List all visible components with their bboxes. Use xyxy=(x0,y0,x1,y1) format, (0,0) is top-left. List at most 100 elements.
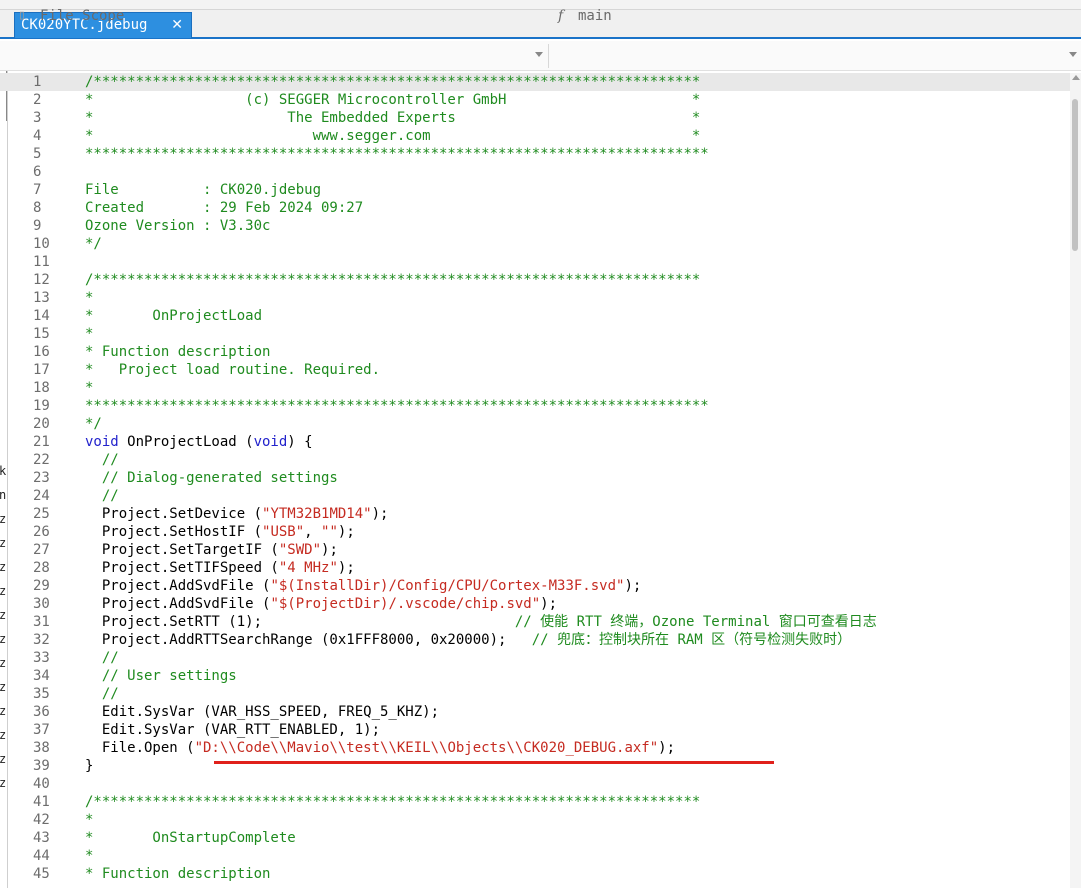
line-number[interactable]: 5 xyxy=(33,145,73,163)
line-number[interactable]: 11 xyxy=(33,253,73,271)
line-number[interactable]: 26 xyxy=(33,523,73,541)
line-number[interactable]: 31 xyxy=(33,613,73,631)
line-number[interactable]: 34 xyxy=(33,667,73,685)
line-number[interactable]: 6 xyxy=(33,163,73,181)
line-number[interactable]: 20 xyxy=(33,415,73,433)
code-line[interactable]: 23 // Dialog-generated settings xyxy=(0,469,1070,487)
code-line[interactable]: 12 /*************************************… xyxy=(0,271,1070,289)
code-line[interactable]: 4 * www.segger.com * xyxy=(0,127,1070,145)
line-number[interactable]: 27 xyxy=(33,541,73,559)
code-line[interactable]: 35 // xyxy=(0,685,1070,703)
line-number[interactable]: 22 xyxy=(33,451,73,469)
line-number[interactable]: 19 xyxy=(33,397,73,415)
code-line[interactable]: 22 // xyxy=(0,451,1070,469)
code-line[interactable]: 9 Ozone Version : V3.30c xyxy=(0,217,1070,235)
function-combo[interactable]: main xyxy=(578,5,612,27)
line-number[interactable]: 2 xyxy=(33,91,73,109)
line-number[interactable]: 32 xyxy=(33,631,73,649)
line-number[interactable]: 30 xyxy=(33,595,73,613)
line-number[interactable]: 42 xyxy=(33,811,73,829)
code-line[interactable]: 39} xyxy=(0,757,1070,775)
code-line[interactable]: 40 xyxy=(0,775,1070,793)
code-line[interactable]: 8 Created : 29 Feb 2024 09:27 xyxy=(0,199,1070,217)
line-number[interactable]: 15 xyxy=(33,325,73,343)
line-number[interactable]: 41 xyxy=(33,793,73,811)
line-number[interactable]: 10 xyxy=(33,235,73,253)
line-number[interactable]: 4 xyxy=(33,127,73,145)
code-line[interactable]: 37 Edit.SysVar (VAR_RTT_ENABLED, 1); xyxy=(0,721,1070,739)
file-scope-combo[interactable]: File Scope xyxy=(40,5,124,27)
line-number[interactable]: 18 xyxy=(33,379,73,397)
code-line[interactable]: 6 xyxy=(0,163,1070,181)
code-text: * www.segger.com * xyxy=(85,127,700,145)
line-number[interactable]: 36 xyxy=(33,703,73,721)
code-line[interactable]: 17 * Project load routine. Required. xyxy=(0,361,1070,379)
code-line[interactable]: 28 Project.SetTIFSpeed ("4 MHz"); xyxy=(0,559,1070,577)
scroll-thumb[interactable] xyxy=(1072,99,1078,251)
code-line[interactable]: 36 Edit.SysVar (VAR_HSS_SPEED, FREQ_5_KH… xyxy=(0,703,1070,721)
line-number[interactable]: 16 xyxy=(33,343,73,361)
code-line[interactable]: 14 * OnProjectLoad xyxy=(0,307,1070,325)
code-line[interactable]: 16 * Function description xyxy=(0,343,1070,361)
code-line[interactable]: 25 Project.SetDevice ("YTM32B1MD14"); xyxy=(0,505,1070,523)
close-icon[interactable]: ✕ xyxy=(171,13,183,37)
line-number[interactable]: 25 xyxy=(33,505,73,523)
code-line[interactable]: 29 Project.AddSvdFile ("$(InstallDir)/Co… xyxy=(0,577,1070,595)
code-line[interactable]: 20 */ xyxy=(0,415,1070,433)
line-number[interactable]: 8 xyxy=(33,199,73,217)
code-line[interactable]: 5 ***************************************… xyxy=(0,145,1070,163)
scroll-up-icon[interactable] xyxy=(1072,75,1080,80)
code-line[interactable]: 7 File : CK020.jdebug xyxy=(0,181,1070,199)
code-line[interactable]: 38 File.Open ("D:\\Code\\Mavio\\test\\KE… xyxy=(0,739,1070,757)
line-number[interactable]: 12 xyxy=(33,271,73,289)
code-line[interactable]: 30 Project.AddSvdFile ("$(ProjectDir)/.v… xyxy=(0,595,1070,613)
code-line[interactable]: 18 * xyxy=(0,379,1070,397)
line-number[interactable]: 39 xyxy=(33,757,73,775)
code-line[interactable]: 33 // xyxy=(0,649,1070,667)
line-number[interactable]: 44 xyxy=(33,847,73,865)
line-number[interactable]: 7 xyxy=(33,181,73,199)
line-number[interactable]: 35 xyxy=(33,685,73,703)
line-number[interactable]: 24 xyxy=(33,487,73,505)
code-line[interactable]: 27 Project.SetTargetIF ("SWD"); xyxy=(0,541,1070,559)
code-line[interactable]: 34 // User settings xyxy=(0,667,1070,685)
line-number[interactable]: 33 xyxy=(33,649,73,667)
line-number[interactable]: 38 xyxy=(33,739,73,757)
code-line[interactable]: 15 * xyxy=(0,325,1070,343)
line-number[interactable]: 21 xyxy=(33,433,73,451)
code-line[interactable]: 31 Project.SetRTT (1); // 使能 RTT 终端，Ozon… xyxy=(0,613,1070,631)
line-number[interactable]: 9 xyxy=(33,217,73,235)
code-line[interactable]: 2 * (c) SEGGER Microcontroller GmbH * xyxy=(0,91,1070,109)
code-line[interactable]: 26 Project.SetHostIF ("USB", ""); xyxy=(0,523,1070,541)
chevron-down-icon[interactable] xyxy=(1069,52,1077,57)
code-line[interactable]: 43 * OnStartupComplete xyxy=(0,829,1070,847)
code-line[interactable]: 11 xyxy=(0,253,1070,271)
line-number[interactable]: 37 xyxy=(33,721,73,739)
chevron-down-icon[interactable] xyxy=(535,52,543,57)
line-number[interactable]: 29 xyxy=(33,577,73,595)
code-line[interactable]: 10 */ xyxy=(0,235,1070,253)
line-number[interactable]: 17 xyxy=(33,361,73,379)
line-number[interactable]: 43 xyxy=(33,829,73,847)
line-number[interactable]: 14 xyxy=(33,307,73,325)
code-editor[interactable]: 1 /**************************************… xyxy=(0,73,1070,888)
code-line[interactable]: 21 void OnProjectLoad (void) { xyxy=(0,433,1070,451)
code-line[interactable]: 42 * xyxy=(0,811,1070,829)
code-line[interactable]: 45 * Function description xyxy=(0,865,1070,883)
code-line[interactable]: 3 * The Embedded Experts * xyxy=(0,109,1070,127)
line-number[interactable]: 40 xyxy=(33,775,73,793)
code-line[interactable]: 1 /**************************************… xyxy=(0,73,1070,91)
line-number[interactable]: 3 xyxy=(33,109,73,127)
line-number[interactable]: 1 xyxy=(33,73,73,91)
code-line[interactable]: 32 Project.AddRTTSearchRange (0x1FFF8000… xyxy=(0,631,1070,649)
line-number[interactable]: 13 xyxy=(33,289,73,307)
code-line[interactable]: 41 /*************************************… xyxy=(0,793,1070,811)
line-number[interactable]: 23 xyxy=(33,469,73,487)
code-line[interactable]: 44 * xyxy=(0,847,1070,865)
line-number[interactable]: 45 xyxy=(33,865,73,883)
code-line[interactable]: 19 **************************************… xyxy=(0,397,1070,415)
vertical-scrollbar[interactable] xyxy=(1070,73,1081,888)
code-line[interactable]: 13 * xyxy=(0,289,1070,307)
line-number[interactable]: 28 xyxy=(33,559,73,577)
code-line[interactable]: 24 // xyxy=(0,487,1070,505)
